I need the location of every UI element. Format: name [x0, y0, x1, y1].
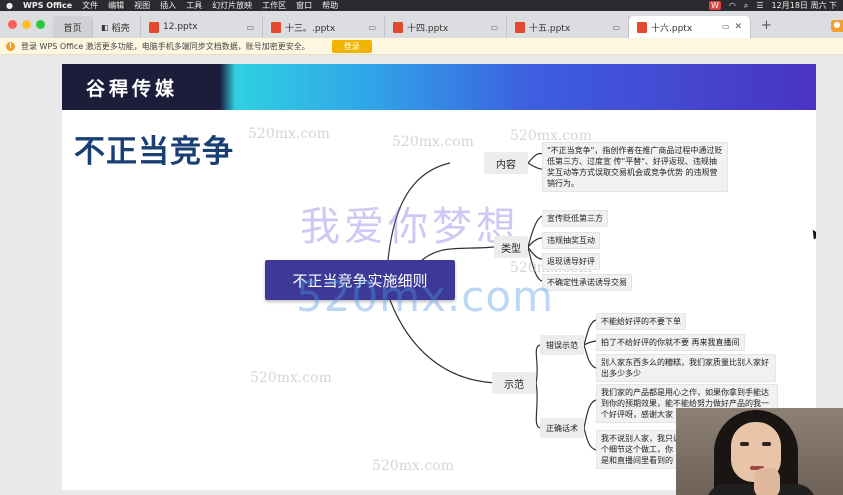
- app-name[interactable]: WPS Office: [23, 1, 72, 10]
- menu-edit[interactable]: 编辑: [108, 0, 124, 11]
- close-tab-icon[interactable]: ✕: [734, 22, 742, 32]
- type-item[interactable]: 不确定性承诺诱导交易: [542, 274, 632, 291]
- pptx-icon: [393, 21, 403, 33]
- tab-strip: 首页 ◧ 稻壳 12.pptx ▭ 十三。.pptx ▭ 十四.pptx ▭ 十…: [0, 11, 843, 38]
- type-item[interactable]: 宣传贬低第三方: [542, 210, 608, 227]
- user-avatar[interactable]: ●: [831, 20, 843, 32]
- menu-file[interactable]: 文件: [82, 0, 98, 11]
- daoke-icon: ◧: [101, 22, 109, 32]
- tab-14[interactable]: 十四.pptx ▭: [385, 16, 507, 38]
- notice-text: 登录 WPS Office 激活更多功能，电脑手机多端同步文档数据，账号加密更安…: [21, 41, 310, 51]
- monitor-icon: ▭: [721, 22, 730, 31]
- tab-label: 十六.pptx: [651, 23, 693, 34]
- wrong-example-item[interactable]: 拍了不给好评的你就不要 再来我直播间: [596, 334, 745, 351]
- tab-label: 十三。.pptx: [285, 23, 336, 34]
- right-script-node[interactable]: 正确话术: [540, 418, 584, 438]
- tab-label: 12.pptx: [163, 22, 198, 32]
- tab-daoke[interactable]: ◧ 稻壳: [93, 16, 141, 38]
- right-script-item[interactable]: 我不说别人家，我只说 个细节这个做工，你 是和直播间里看到的: [596, 430, 686, 469]
- menu-insert[interactable]: 插入: [160, 0, 176, 11]
- monitor-icon: ▭: [612, 22, 620, 32]
- menu-workspace[interactable]: 工作区: [262, 0, 286, 11]
- macos-menu-bar: ● WPS Office 文件 编辑 视图 插入 工具 幻灯片放映 工作区 窗口…: [0, 0, 843, 11]
- monitor-icon: ▭: [490, 22, 498, 32]
- wrong-example-item[interactable]: 别人家东西多么的糟糕，我们家质量比别人家好出多少多少: [596, 354, 776, 382]
- new-tab-icon[interactable]: +: [751, 18, 772, 38]
- search-icon[interactable]: ⌕: [744, 1, 748, 11]
- menu-view[interactable]: 视图: [134, 0, 150, 11]
- type-item[interactable]: 违规抽奖互动: [542, 232, 600, 249]
- watermark: 520mx.com: [248, 126, 330, 142]
- content-description[interactable]: "不正当竞争"，指创作者在推广商品过程中通过贬低第三方、过度宣 传"平替"、好评…: [542, 142, 728, 192]
- pptx-icon: [637, 21, 647, 33]
- branch-content[interactable]: 内容: [484, 152, 528, 174]
- control-center-icon[interactable]: ☰: [756, 1, 763, 10]
- presenter-eye: [762, 442, 771, 446]
- tab-label: 十五.pptx: [529, 23, 571, 34]
- login-notice-bar: ! 登录 WPS Office 激活更多功能，电脑手机多端同步文档数据，账号加密…: [0, 38, 843, 55]
- pptx-icon: [149, 21, 159, 33]
- menu-help[interactable]: 帮助: [322, 0, 338, 11]
- watermark-cn: 我爱你梦想: [300, 204, 520, 250]
- watermark: 520mx.com: [392, 134, 474, 150]
- watermark: 520mx.com: [250, 370, 332, 386]
- tab-label: 首页: [63, 23, 82, 34]
- wps-status-icon[interactable]: W: [708, 1, 721, 10]
- menu-tools[interactable]: 工具: [186, 0, 202, 11]
- minimize-window-button[interactable]: [22, 20, 31, 29]
- watermark: 520mx.com: [372, 458, 454, 474]
- tab-label: 十四.pptx: [407, 23, 449, 34]
- tab-label: 稻壳: [111, 23, 130, 34]
- wrong-example-item[interactable]: 不能给好评的不要下单: [596, 313, 686, 330]
- menu-slideshow[interactable]: 幻灯片放映: [212, 0, 252, 11]
- pptx-icon: [515, 21, 525, 33]
- wrong-example-node[interactable]: 错误示范: [540, 335, 584, 355]
- clock[interactable]: 12月18日 周六 下: [772, 0, 837, 11]
- tab-home[interactable]: 首页: [53, 16, 93, 38]
- monitor-icon: ▭: [246, 22, 254, 32]
- presenter-eye: [740, 442, 749, 446]
- close-window-button[interactable]: [8, 20, 17, 29]
- tab-15[interactable]: 十五.pptx ▭: [507, 16, 629, 38]
- apple-icon[interactable]: ●: [6, 1, 15, 10]
- pptx-icon: [271, 21, 281, 33]
- type-item[interactable]: 返现诱导好评: [542, 253, 600, 270]
- watermark-big: 520mx.com: [296, 272, 554, 321]
- tab-12[interactable]: 12.pptx ▭: [141, 16, 263, 38]
- warning-icon: !: [6, 41, 15, 51]
- wifi-icon[interactable]: ◠: [729, 1, 736, 10]
- presenter-webcam: [676, 408, 843, 495]
- tab-16-active[interactable]: 十六.pptx ▭ ✕: [629, 16, 751, 38]
- status-area: W ◠ ⌕ ☰ 12月18日 周六 下: [708, 0, 837, 11]
- monitor-icon: ▭: [368, 22, 376, 32]
- window-controls: [0, 20, 53, 38]
- menu-window[interactable]: 窗口: [296, 0, 312, 11]
- zoom-window-button[interactable]: [36, 20, 45, 29]
- branch-type[interactable]: 类型: [494, 236, 528, 258]
- branch-example[interactable]: 示范: [492, 372, 536, 394]
- tab-13[interactable]: 十三。.pptx ▭: [263, 16, 385, 38]
- presenter-hand: [754, 468, 780, 495]
- login-button[interactable]: 登录: [331, 39, 372, 53]
